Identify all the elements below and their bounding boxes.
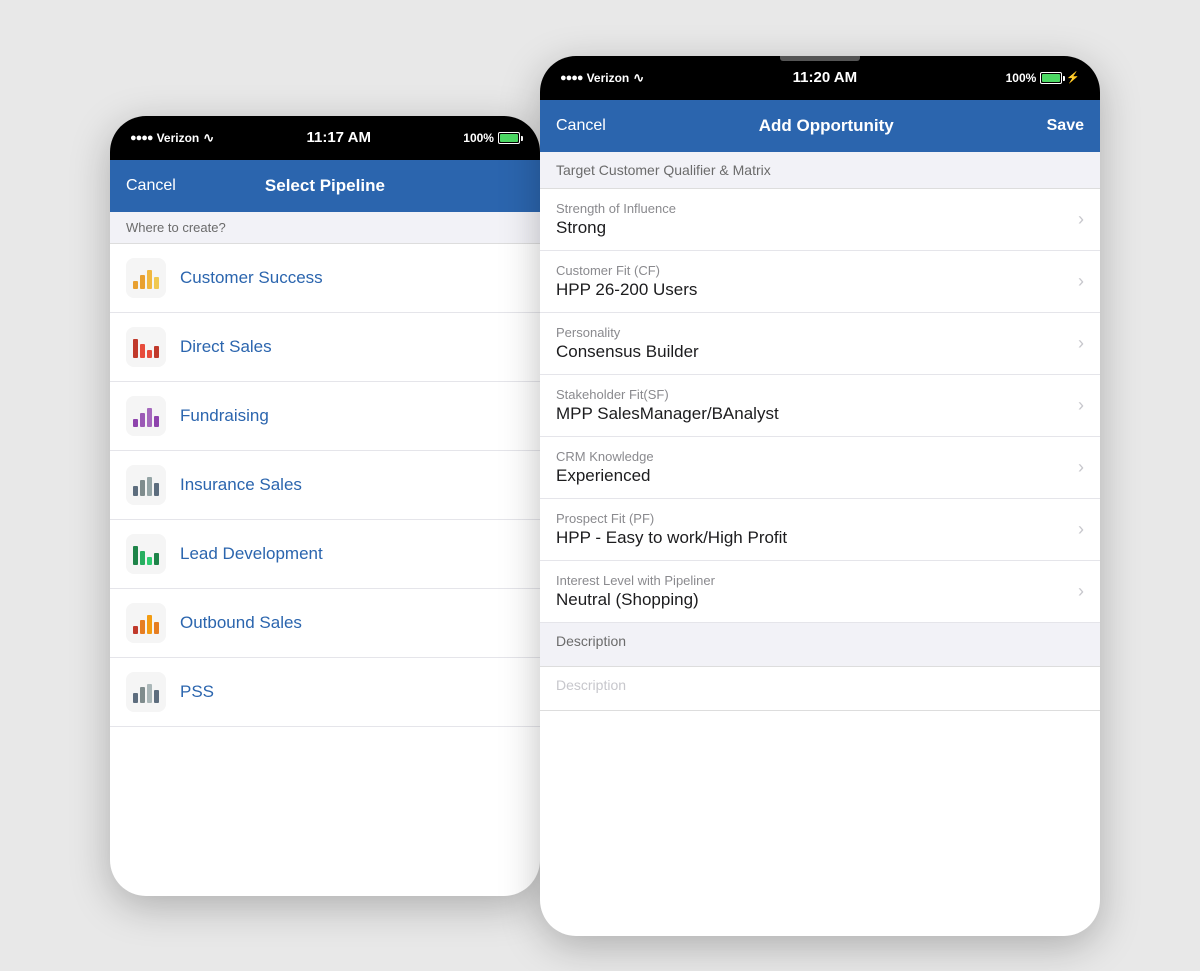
pipeline-name-outbound-sales: Outbound Sales: [180, 613, 302, 633]
list-item[interactable]: Interest Level with Pipeliner Neutral (S…: [540, 561, 1100, 623]
list-item[interactable]: Strength of Influence Strong ›: [540, 189, 1100, 251]
right-battery-pct: 100%: [1006, 71, 1037, 85]
field-label: Prospect Fit (PF): [556, 511, 787, 526]
chevron-icon: ›: [1078, 333, 1084, 354]
right-wifi-icon: ∿: [633, 70, 644, 86]
field-label: Stakeholder Fit(SF): [556, 387, 779, 402]
right-cancel-button[interactable]: Cancel: [556, 117, 606, 135]
right-signal-icon: ●●●●: [560, 72, 583, 84]
field-value: Consensus Builder: [556, 342, 699, 362]
right-nav-bar: Cancel Add Opportunity Save: [540, 100, 1100, 152]
right-status-bar: ●●●● Verizon ∿ 11:20 AM 100% ⚡: [540, 56, 1100, 100]
field-label: Interest Level with Pipeliner: [556, 573, 715, 588]
chevron-icon: ›: [1078, 209, 1084, 230]
right-save-button[interactable]: Save: [1047, 117, 1084, 135]
list-item[interactable]: Personality Consensus Builder ›: [540, 313, 1100, 375]
left-signal-icon: ●●●●: [130, 132, 153, 144]
field-personality: Personality Consensus Builder: [556, 325, 699, 362]
chevron-icon: ›: [1078, 395, 1084, 416]
field-crm-knowledge: CRM Knowledge Experienced: [556, 449, 654, 486]
field-value: Experienced: [556, 466, 654, 486]
list-item[interactable]: Outbound Sales: [110, 589, 540, 658]
scene: ●●●● Verizon ∿ 11:17 AM 100% Cancel Sele…: [50, 36, 1150, 936]
field-label: Customer Fit (CF): [556, 263, 697, 278]
left-nav-bar: Cancel Select Pipeline: [110, 160, 540, 212]
right-carrier: ●●●● Verizon ∿: [560, 70, 644, 86]
right-time: 11:20 AM: [793, 69, 857, 86]
left-battery-icon: [498, 132, 520, 144]
pipeline-name-lead-development: Lead Development: [180, 544, 323, 564]
pipeline-icon-insurance-sales: [126, 465, 166, 505]
left-wifi-icon: ∿: [203, 130, 214, 146]
pipeline-icon-outbound-sales: [126, 603, 166, 643]
chevron-icon: ›: [1078, 581, 1084, 602]
field-stakeholder-fit: Stakeholder Fit(SF) MPP SalesManager/BAn…: [556, 387, 779, 424]
chevron-icon: ›: [1078, 457, 1084, 478]
list-item[interactable]: Insurance Sales: [110, 451, 540, 520]
pipeline-name-fundraising: Fundraising: [180, 406, 269, 426]
fields-list: Strength of Influence Strong › Customer …: [540, 189, 1100, 623]
field-value: HPP - Easy to work/High Profit: [556, 528, 787, 548]
field-customer-fit: Customer Fit (CF) HPP 26-200 Users: [556, 263, 697, 300]
right-battery-area: 100% ⚡: [1006, 71, 1080, 85]
left-cancel-button[interactable]: Cancel: [126, 177, 176, 195]
list-item[interactable]: Prospect Fit (PF) HPP - Easy to work/Hig…: [540, 499, 1100, 561]
right-battery-icon: [1040, 72, 1062, 84]
left-battery-fill: [500, 134, 518, 142]
description-label: Description: [556, 633, 626, 649]
list-item[interactable]: Lead Development: [110, 520, 540, 589]
field-value: MPP SalesManager/BAnalyst: [556, 404, 779, 424]
field-value: Neutral (Shopping): [556, 590, 715, 610]
right-section-header: Target Customer Qualifier & Matrix: [540, 152, 1100, 189]
left-battery-area: 100%: [463, 131, 520, 145]
pipeline-name-customer-success: Customer Success: [180, 268, 323, 288]
list-item[interactable]: Direct Sales: [110, 313, 540, 382]
field-prospect-fit: Prospect Fit (PF) HPP - Easy to work/Hig…: [556, 511, 787, 548]
right-carrier-text: Verizon: [587, 71, 630, 85]
left-section-header-text: Where to create?: [126, 220, 226, 235]
field-label: Personality: [556, 325, 699, 340]
left-time: 11:17 AM: [306, 129, 370, 146]
list-item[interactable]: CRM Knowledge Experienced ›: [540, 437, 1100, 499]
right-charging-icon: ⚡: [1066, 71, 1080, 84]
phone-top-notch: [780, 56, 860, 61]
pipeline-icon-fundraising: [126, 396, 166, 436]
left-status-bar: ●●●● Verizon ∿ 11:17 AM 100%: [110, 116, 540, 160]
list-item[interactable]: Stakeholder Fit(SF) MPP SalesManager/BAn…: [540, 375, 1100, 437]
pipeline-icon-lead-development: [126, 534, 166, 574]
field-value: Strong: [556, 218, 676, 238]
list-item[interactable]: Customer Fit (CF) HPP 26-200 Users ›: [540, 251, 1100, 313]
chevron-icon: ›: [1078, 519, 1084, 540]
list-item[interactable]: PSS: [110, 658, 540, 727]
pipeline-icon-direct-sales: [126, 327, 166, 367]
pipeline-icon-pss: [126, 672, 166, 712]
left-battery-pct: 100%: [463, 131, 494, 145]
field-interest-level: Interest Level with Pipeliner Neutral (S…: [556, 573, 715, 610]
phone-right: ●●●● Verizon ∿ 11:20 AM 100% ⚡ Cancel Ad…: [540, 56, 1100, 936]
pipeline-icon-customer-success: [126, 258, 166, 298]
left-section-header: Where to create?: [110, 212, 540, 244]
field-strength-influence: Strength of Influence Strong: [556, 201, 676, 238]
left-nav-title: Select Pipeline: [265, 176, 385, 196]
field-label: CRM Knowledge: [556, 449, 654, 464]
pipeline-name-pss: PSS: [180, 682, 214, 702]
right-battery-fill: [1042, 74, 1060, 82]
description-placeholder: Description: [556, 677, 626, 693]
pipeline-name-direct-sales: Direct Sales: [180, 337, 272, 357]
phone-left: ●●●● Verizon ∿ 11:17 AM 100% Cancel Sele…: [110, 116, 540, 896]
list-item[interactable]: Fundraising: [110, 382, 540, 451]
pipeline-list: Customer Success Direct Sales: [110, 244, 540, 727]
right-nav-title: Add Opportunity: [759, 116, 894, 136]
list-item[interactable]: Customer Success: [110, 244, 540, 313]
pipeline-name-insurance-sales: Insurance Sales: [180, 475, 302, 495]
description-input[interactable]: Description: [540, 667, 1100, 711]
chevron-icon: ›: [1078, 271, 1084, 292]
left-carrier-text: Verizon: [157, 131, 200, 145]
left-carrier: ●●●● Verizon ∿: [130, 130, 214, 146]
right-section-header-text: Target Customer Qualifier & Matrix: [556, 162, 771, 178]
field-value: HPP 26-200 Users: [556, 280, 697, 300]
field-label: Strength of Influence: [556, 201, 676, 216]
description-header: Description: [540, 623, 1100, 667]
